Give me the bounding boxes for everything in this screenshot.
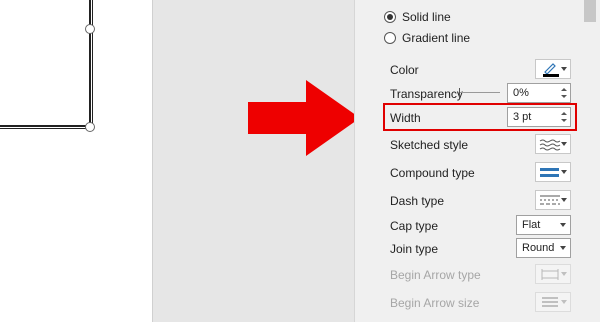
solid-line-radio[interactable]: [384, 11, 396, 23]
scrollbar-thumb[interactable]: [584, 0, 596, 22]
cap-type-label: Cap type: [390, 219, 439, 233]
sketched-line-icon: [539, 139, 561, 151]
pane-scrollbar[interactable]: [579, 0, 600, 322]
chevron-down-icon: [561, 198, 567, 202]
join-type-select[interactable]: Round: [516, 238, 571, 258]
spin-down-icon[interactable]: [561, 95, 567, 98]
dash-type-label: Dash type: [390, 194, 445, 208]
transparency-slider-track[interactable]: [460, 92, 500, 93]
shape-edge-vertical-inner: [92, 0, 93, 128]
chevron-down-icon: [561, 170, 567, 174]
workspace-background: [152, 0, 355, 322]
arrow-size-icon: [542, 297, 558, 307]
transparency-label: Transparency: [390, 87, 463, 101]
spin-down-icon[interactable]: [561, 119, 567, 122]
color-dropdown[interactable]: [535, 59, 571, 79]
gradient-line-label: Gradient line: [402, 31, 471, 45]
spin-up-icon[interactable]: [561, 112, 567, 115]
chevron-down-icon: [560, 246, 566, 250]
compound-type-label: Compound type: [390, 166, 475, 180]
gradient-line-option[interactable]: Gradient line: [384, 30, 470, 46]
sketched-style-dropdown[interactable]: [535, 134, 571, 154]
begin-arrow-size-dropdown[interactable]: [535, 292, 571, 312]
dash-line-icon: [540, 195, 560, 205]
sketched-style-label: Sketched style: [390, 138, 469, 152]
shape-edge-horizontal-inner: [0, 128, 93, 129]
red-arrow-icon: [248, 80, 360, 156]
chevron-down-icon: [561, 67, 567, 71]
resize-handle-corner[interactable]: [85, 122, 95, 132]
compound-line-icon: [540, 168, 559, 177]
begin-arrow-type-dropdown[interactable]: [535, 264, 571, 284]
begin-arrow-size-label: Begin Arrow size: [390, 296, 480, 310]
solid-line-option[interactable]: Solid line: [384, 9, 451, 25]
resize-handle-top[interactable]: [85, 24, 95, 34]
chevron-down-icon: [560, 223, 566, 227]
shape-edge-horizontal: [0, 125, 91, 127]
cap-type-select[interactable]: Flat: [516, 215, 571, 235]
join-type-label: Join type: [390, 242, 439, 256]
dash-type-dropdown[interactable]: [535, 190, 571, 210]
begin-arrow-type-label: Begin Arrow type: [390, 268, 481, 282]
width-input[interactable]: 3 pt: [507, 107, 571, 127]
cap-type-value: Flat: [522, 219, 541, 231]
spin-up-icon[interactable]: [561, 88, 567, 91]
arrow-type-icon: [541, 269, 559, 280]
slide-canvas: [0, 0, 152, 322]
width-value: 3 pt: [513, 111, 532, 123]
compound-type-dropdown[interactable]: [535, 162, 571, 182]
chevron-down-icon: [561, 142, 567, 146]
transparency-slider-thumb[interactable]: [459, 88, 460, 97]
chevron-down-icon: [561, 272, 567, 276]
transparency-value: 0%: [513, 87, 529, 99]
transparency-input[interactable]: 0%: [507, 83, 571, 103]
join-type-value: Round: [522, 242, 555, 254]
width-label: Width: [390, 111, 421, 125]
color-label: Color: [390, 63, 419, 77]
chevron-down-icon: [561, 300, 567, 304]
solid-line-label: Solid line: [402, 10, 451, 24]
gradient-line-radio[interactable]: [384, 32, 396, 44]
shape-edge-vertical: [89, 0, 91, 126]
pen-color-icon: [543, 63, 559, 77]
